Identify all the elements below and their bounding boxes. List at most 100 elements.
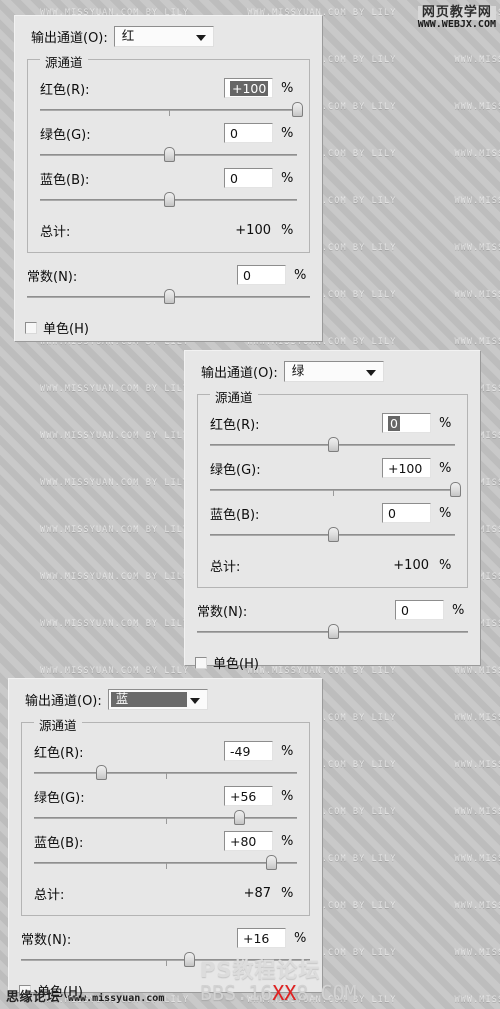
source-row-blue: 蓝色(B): +80 % xyxy=(34,831,297,851)
constant-slider-thumb[interactable] xyxy=(183,952,195,967)
red-value-wrap: +100 % xyxy=(224,78,297,98)
constant-row: 常数(N): 0 % xyxy=(27,265,310,285)
source-row-green: 绿色(G): +100 % xyxy=(210,458,455,478)
wm-br-pre: BBS.16 xyxy=(200,981,273,1005)
red-percent-sign: % xyxy=(281,80,294,96)
blue-slider[interactable] xyxy=(210,526,455,542)
blue-slider-thumb[interactable] xyxy=(265,855,277,870)
source-channels-group: 源通道 红色(R): +100 % 绿色(G): 0 % 蓝色(B): 0 % … xyxy=(27,52,310,253)
red-percent-sign: % xyxy=(281,743,294,759)
chevron-down-icon xyxy=(195,34,206,41)
green-slider-thumb[interactable] xyxy=(234,810,246,825)
blue-slider[interactable] xyxy=(40,191,297,207)
red-slider-thumb[interactable] xyxy=(96,765,108,780)
blue-slider-thumb[interactable] xyxy=(163,192,175,207)
green-slider-thumb[interactable] xyxy=(450,482,461,497)
constant-value-input[interactable]: 0 xyxy=(237,265,286,285)
constant-value-input[interactable]: 0 xyxy=(395,600,444,620)
total-value-wrap: +100 % xyxy=(393,558,455,573)
channel-mixer-dialog-red: 输出通道(O): 红 源通道 红色(R): +100 % 绿色(G): 0 % xyxy=(14,15,323,342)
watermark-top-right: 网页教学网 WWW.WEBJX.COM xyxy=(417,6,496,30)
red-value-wrap: 0 % xyxy=(382,413,455,433)
red-slider-thumb[interactable] xyxy=(292,102,303,117)
green-channel-label: 绿色(G): xyxy=(40,127,91,143)
watermark-bottom-left-en: www.missyuan.com xyxy=(68,993,165,1004)
red-slider[interactable] xyxy=(210,436,455,452)
green-slider-tick xyxy=(165,818,167,824)
blue-slider-thumb[interactable] xyxy=(327,527,339,542)
constant-slider-thumb[interactable] xyxy=(327,624,339,639)
source-channels-group: 源通道 红色(R): -49 % 绿色(G): +56 % 蓝色(B): +80… xyxy=(21,715,310,916)
green-slider-tick xyxy=(332,490,334,496)
monochrome-row[interactable]: 单色(H) xyxy=(15,310,322,337)
blue-value-input[interactable]: 0 xyxy=(382,503,431,523)
green-value-input[interactable]: +56 xyxy=(224,786,273,806)
output-channel-row: 输出通道(O): 红 xyxy=(15,16,322,51)
constant-slider-thumb[interactable] xyxy=(163,289,175,304)
output-channel-dropdown[interactable]: 绿 xyxy=(283,361,384,382)
output-channel-row: 输出通道(O): 蓝 xyxy=(9,679,322,714)
output-channel-row: 输出通道(O): 绿 xyxy=(185,351,480,386)
watermark-bottom-right-en: BBS.16XX8.COM xyxy=(200,983,357,1003)
constant-slider[interactable] xyxy=(197,623,468,639)
green-slider-thumb[interactable] xyxy=(163,147,175,162)
output-channel-value: 蓝 xyxy=(115,691,129,707)
red-slider-tick xyxy=(168,110,170,116)
green-value-wrap: +56 % xyxy=(224,786,297,806)
blue-slider-tick xyxy=(165,863,167,869)
monochrome-checkbox[interactable] xyxy=(25,321,37,334)
red-value-wrap: -49 % xyxy=(224,741,297,761)
blue-value-input[interactable]: +80 xyxy=(224,831,273,851)
constant-percent-sign: % xyxy=(294,267,307,283)
green-channel-label: 绿色(G): xyxy=(210,462,261,478)
red-channel-label: 红色(R): xyxy=(210,417,260,433)
blue-percent-sign: % xyxy=(281,833,294,849)
constant-value-wrap: 0 % xyxy=(237,265,310,285)
red-slider[interactable] xyxy=(40,101,303,117)
red-percent-sign: % xyxy=(439,415,452,431)
green-slider[interactable] xyxy=(34,809,297,825)
green-value-input[interactable]: 0 xyxy=(224,123,273,143)
total-value: +100 xyxy=(235,223,271,238)
red-channel-label: 红色(R): xyxy=(40,82,90,98)
watermark-bottom-left: 思缘论坛 www.missyuan.com xyxy=(6,986,164,1005)
output-channel-value: 绿 xyxy=(291,363,305,379)
monochrome-label: 单色(H) xyxy=(43,322,89,337)
source-row-red: 红色(R): +100 % xyxy=(40,78,297,98)
blue-value-wrap: 0 % xyxy=(224,168,297,188)
output-channel-label: 输出通道(O): xyxy=(201,366,278,381)
green-percent-sign: % xyxy=(281,125,294,141)
monochrome-checkbox[interactable] xyxy=(195,656,207,669)
red-value-input[interactable]: 0 xyxy=(382,413,431,433)
source-channels-title: 源通道 xyxy=(40,52,88,71)
blue-slider[interactable] xyxy=(34,854,297,870)
watermark-top-right-en: WWW.WEBJX.COM xyxy=(417,18,496,30)
total-row: 总计: +100 % xyxy=(40,221,297,242)
constant-value-wrap: 0 % xyxy=(395,600,468,620)
constant-value-input[interactable]: +16 xyxy=(237,928,286,948)
red-slider-thumb[interactable] xyxy=(327,437,339,452)
green-slider[interactable] xyxy=(40,146,297,162)
monochrome-label: 单色(H) xyxy=(213,657,259,672)
monochrome-row[interactable]: 单色(H) xyxy=(185,645,480,672)
source-row-red: 红色(R): -49 % xyxy=(34,741,297,761)
constant-slider[interactable] xyxy=(27,288,310,304)
output-channel-dropdown[interactable]: 红 xyxy=(113,26,214,47)
red-slider[interactable] xyxy=(34,764,297,780)
output-channel-dropdown[interactable]: 蓝 xyxy=(107,689,208,710)
blue-value-wrap: 0 % xyxy=(382,503,455,523)
blue-value-input[interactable]: 0 xyxy=(224,168,273,188)
green-value-input[interactable]: +100 xyxy=(382,458,431,478)
constant-label: 常数(N): xyxy=(197,604,248,620)
watermark-bottom-right: PS教程论坛 BBS.16XX8.COM xyxy=(200,960,357,1004)
green-value-wrap: 0 % xyxy=(224,123,297,143)
source-channels-title: 源通道 xyxy=(34,715,82,734)
red-value-input[interactable]: -49 xyxy=(224,741,273,761)
total-value: +100 xyxy=(393,558,429,573)
source-row-green: 绿色(G): +56 % xyxy=(34,786,297,806)
wm-br-post: 8.COM xyxy=(296,981,357,1005)
green-slider[interactable] xyxy=(210,481,461,497)
source-row-blue: 蓝色(B): 0 % xyxy=(210,503,455,523)
chevron-down-icon xyxy=(189,697,200,704)
red-value-input[interactable]: +100 xyxy=(224,78,273,98)
